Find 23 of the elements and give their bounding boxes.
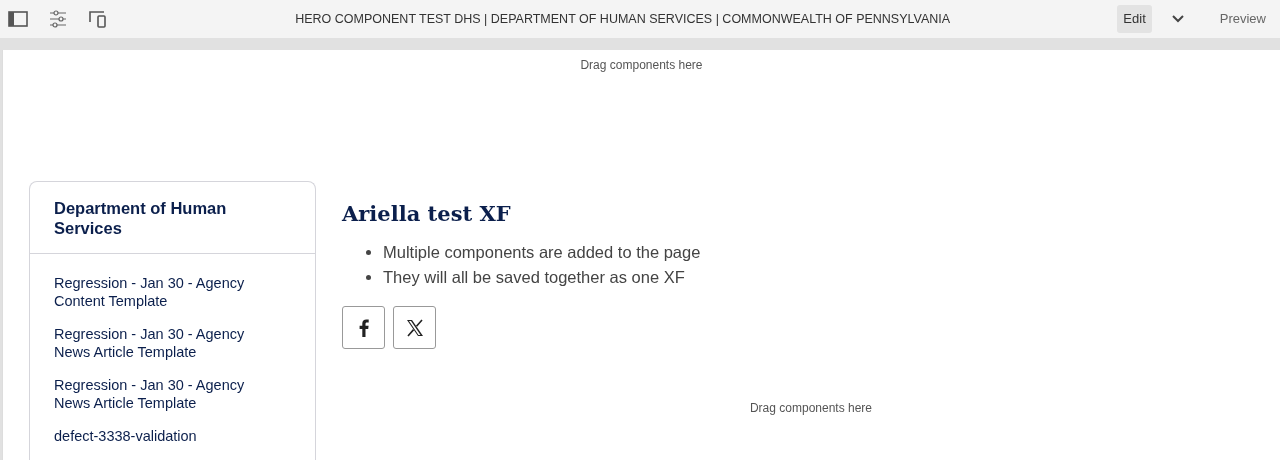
settings-sliders-icon[interactable] <box>48 9 68 29</box>
sidebar-link[interactable]: Regression - Jan 30 - Agency Content Template <box>30 273 315 310</box>
bullet-icon <box>366 250 371 256</box>
dropzone-label: Drag components here <box>748 400 874 418</box>
mode-button[interactable]: Edit <box>1117 5 1152 33</box>
bullet-text: Multiple components are added to the page <box>383 242 701 264</box>
page-title: HERO COMPONENT TEST DHS | DEPARTMENT OF HUMAN SERVICES | COMMONWEALTH OF PENNSYLVANIA <box>294 10 952 28</box>
sidebar-link[interactable]: Regression - Jan 30 - Agency News Article Template <box>30 324 315 362</box>
sidebar-toggle-icon[interactable] <box>8 9 28 29</box>
sidebar-link[interactable]: Regression - Jan 30 - Agency News Article Template <box>30 376 315 413</box>
x-logo-icon <box>405 318 424 337</box>
facebook-icon <box>358 318 369 337</box>
share-button[interactable] <box>342 306 385 350</box>
share-button[interactable] <box>393 306 436 350</box>
bullet-icon <box>366 275 371 281</box>
mode-button[interactable]: Preview <box>1213 5 1272 33</box>
sidebar-title: Department of Human Services <box>30 182 315 254</box>
heading: Ariella test XF <box>342 201 512 227</box>
bullet-text: They will all be saved together as one XF <box>383 267 685 289</box>
device-preview-icon[interactable] <box>88 9 108 29</box>
dropzone-label: Drag components here <box>579 57 704 74</box>
sidebar-link[interactable]: defect-3338-validation <box>30 427 315 446</box>
chevron-down-icon[interactable] <box>1171 15 1184 23</box>
